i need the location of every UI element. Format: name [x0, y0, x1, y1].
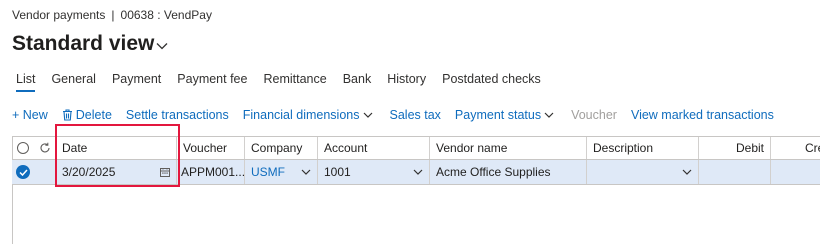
tab-general[interactable]: General [51, 72, 95, 92]
payment-status-menu[interactable]: Payment status [455, 108, 557, 122]
tab-bank[interactable]: Bank [343, 72, 372, 92]
column-header-account[interactable]: Account [318, 137, 430, 159]
payment-status-label: Payment status [454, 108, 542, 122]
voucher-button[interactable]: Voucher [571, 108, 617, 122]
tab-remittance[interactable]: Remittance [263, 72, 326, 92]
account-value: 1001 [324, 165, 351, 179]
chevron-down-icon [363, 112, 372, 118]
new-button[interactable]: + New [12, 108, 48, 122]
delete-label: Delete [75, 108, 112, 122]
select-all-cell[interactable] [12, 137, 34, 159]
chevron-down-icon [544, 112, 554, 118]
vendor-name-field[interactable]: Acme Office Supplies [430, 160, 587, 184]
breadcrumb-journal: 00638 : VendPay [120, 8, 212, 22]
tab-payment-fee[interactable]: Payment fee [177, 72, 247, 92]
checkmark-icon [18, 168, 28, 176]
chevron-down-icon [156, 43, 168, 50]
tab-strip: List General Payment Payment fee Remitta… [16, 72, 557, 92]
column-header-debit[interactable]: Debit [699, 137, 771, 159]
column-header-description[interactable]: Description [587, 137, 699, 159]
row-selected-checkmark[interactable] [16, 165, 30, 179]
account-field[interactable]: 1001 [318, 160, 430, 184]
voucher-field[interactable]: APPM001... [177, 160, 245, 184]
breadcrumb-separator: | [111, 8, 115, 22]
view-selector[interactable]: Standard view [12, 32, 168, 56]
refresh-icon [40, 142, 50, 153]
select-all-radio[interactable] [17, 142, 29, 154]
sales-tax-button[interactable]: Sales tax [390, 108, 441, 122]
breadcrumb-section[interactable]: Vendor payments [12, 8, 105, 22]
column-header-voucher[interactable]: Voucher [177, 137, 245, 159]
column-header-vendor-name[interactable]: Vendor name [430, 137, 587, 159]
description-field[interactable] [587, 160, 699, 184]
settle-transactions-button[interactable]: Settle transactions [126, 108, 229, 122]
financial-dimensions-label: Financial dimensions [242, 108, 360, 122]
delete-button[interactable]: Delete [62, 108, 112, 122]
refresh-cell[interactable] [34, 137, 56, 159]
row-select-cell[interactable] [12, 160, 34, 184]
breadcrumb: Vendor payments | 00638 : VendPay [12, 8, 212, 22]
tab-payment[interactable]: Payment [112, 72, 161, 92]
column-header-company[interactable]: Company [245, 137, 318, 159]
chevron-down-icon[interactable] [413, 169, 423, 175]
date-column-highlight [55, 124, 180, 187]
trash-icon [62, 109, 72, 121]
credit-field[interactable] [771, 160, 820, 184]
tab-history[interactable]: History [387, 72, 426, 92]
company-field[interactable]: USMF [245, 160, 318, 184]
debit-field[interactable] [699, 160, 771, 184]
action-toolbar: + New Delete Settle transactions Financi… [12, 108, 788, 122]
chevron-down-icon[interactable] [682, 169, 692, 175]
tab-list[interactable]: List [16, 72, 36, 92]
chevron-down-icon[interactable] [301, 169, 311, 175]
row-indicator-cell [34, 160, 56, 184]
view-marked-transactions-button[interactable]: View marked transactions [631, 108, 774, 122]
company-value[interactable]: USMF [251, 165, 301, 179]
financial-dimensions-menu[interactable]: Financial dimensions [243, 108, 376, 122]
page-title: Standard view [12, 32, 155, 55]
tab-postdated-checks[interactable]: Postdated checks [442, 72, 541, 92]
column-header-credit[interactable]: Cre [771, 137, 820, 159]
